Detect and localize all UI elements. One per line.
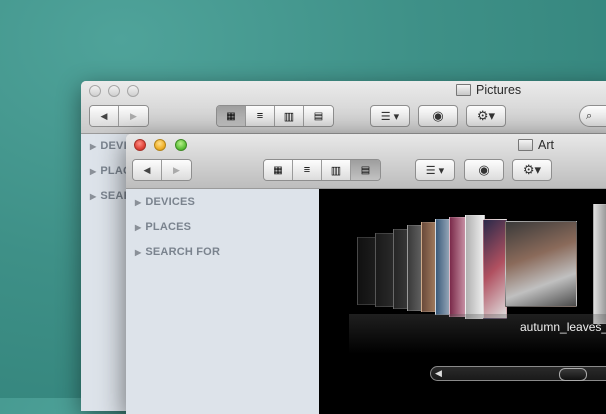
list-view-button[interactable]: ≡ — [246, 106, 275, 126]
arrange-icon: ☰ ▾ — [425, 164, 445, 177]
art-window-title: Art — [518, 138, 554, 152]
selected-cover-image[interactable] — [505, 221, 577, 307]
arrange-button[interactable]: ☰ ▾ — [415, 159, 455, 181]
back-arrow-icon: ◀ — [143, 164, 151, 175]
cover-flow-icon: ▤ — [360, 164, 371, 176]
back-button[interactable]: ◀ — [90, 106, 119, 126]
disclosure-triangle-icon: ▶ — [90, 142, 97, 151]
gear-icon: ⚙▾ — [522, 162, 542, 177]
quick-look-eye-icon: ◉ — [478, 162, 490, 177]
list-view-icon: ≡ — [303, 164, 311, 176]
scrollbar-thumb[interactable] — [559, 368, 587, 381]
selected-file-name: autumn_leaves_ — [520, 320, 606, 334]
sidebar-devices[interactable]: ▶ DEVI — [90, 140, 127, 152]
minimize-button[interactable] — [154, 139, 166, 151]
folder-icon — [518, 139, 533, 151]
column-view-button[interactable]: ▥ — [322, 160, 351, 180]
cover-flow-button[interactable]: ▤ — [304, 106, 333, 126]
back-button[interactable]: ◀ — [133, 160, 162, 180]
minimize-button[interactable] — [108, 85, 120, 97]
folder-icon — [456, 84, 471, 96]
cover-flow-button[interactable]: ▤ — [351, 160, 380, 180]
view-mode-control: ▦ ≡ ▥ ▤ — [216, 105, 334, 127]
zoom-button[interactable] — [127, 85, 139, 97]
art-sidebar: ▶ DEVICES ▶ PLACES ▶ SEARCH FOR — [126, 189, 319, 414]
disclosure-triangle-icon: ▶ — [90, 167, 97, 176]
icon-view-button[interactable]: ▦ — [264, 160, 293, 180]
cover-thumbnail[interactable] — [483, 219, 507, 319]
arrange-button[interactable]: ☰ ▾ — [370, 105, 410, 127]
cover-flow-scrollbar[interactable]: ◀ — [430, 366, 606, 381]
list-view-icon: ≡ — [256, 110, 264, 122]
view-mode-control: ▦ ≡ ▥ ▤ — [263, 159, 381, 181]
back-forward-control: ◀ ▶ — [132, 159, 192, 181]
close-button[interactable] — [89, 85, 101, 97]
quick-look-button[interactable]: ◉ — [464, 159, 504, 181]
icon-view-button[interactable]: ▦ — [217, 106, 246, 126]
pictures-sidebar: ▶ DEVI ▶ PLAC ▶ SEAR — [81, 134, 132, 411]
pictures-titlebar: Pictures ◀ ▶ ▦ ≡ ▥ ▤ ☰ ▾ ◉ ⚙▾ ⌕ — [81, 81, 606, 134]
back-arrow-icon: ◀ — [100, 110, 108, 121]
action-button[interactable]: ⚙▾ — [512, 159, 552, 181]
quick-look-button[interactable]: ◉ — [418, 105, 458, 127]
disclosure-triangle-icon: ▶ — [90, 192, 97, 201]
forward-button[interactable]: ▶ — [119, 106, 148, 126]
column-view-icon: ▥ — [330, 164, 342, 177]
sidebar-places[interactable]: ▶ PLAC — [90, 165, 131, 177]
sidebar-search-for[interactable]: ▶ SEARCH FOR — [135, 246, 220, 258]
cover-thumbnail[interactable] — [465, 215, 485, 319]
icon-view-icon: ▦ — [226, 110, 236, 122]
cover-flow-icon: ▤ — [313, 110, 324, 122]
disclosure-triangle-icon: ▶ — [135, 223, 142, 232]
cover-flow-view[interactable]: autumn_leaves_ ◀ — [319, 189, 606, 414]
art-window: Art ◀ ▶ ▦ ≡ ▥ ▤ ☰ ▾ ◉ ⚙▾ ▶ DEVICES ▶ PLACE… — [126, 134, 606, 414]
forward-button[interactable]: ▶ — [162, 160, 191, 180]
arrange-icon: ☰ ▾ — [380, 110, 400, 123]
column-view-button[interactable]: ▥ — [275, 106, 304, 126]
art-titlebar: Art ◀ ▶ ▦ ≡ ▥ ▤ ☰ ▾ ◉ ⚙▾ — [126, 134, 606, 189]
quick-look-eye-icon: ◉ — [432, 108, 444, 123]
search-field[interactable]: ⌕ — [579, 105, 606, 127]
icon-view-icon: ▦ — [273, 164, 283, 176]
pictures-window-title: Pictures — [456, 83, 521, 97]
column-view-icon: ▥ — [283, 110, 295, 123]
forward-arrow-icon: ▶ — [173, 164, 180, 175]
disclosure-triangle-icon: ▶ — [135, 248, 142, 257]
cover-thumbnail[interactable] — [593, 204, 606, 324]
list-view-button[interactable]: ≡ — [293, 160, 322, 180]
sidebar-devices[interactable]: ▶ DEVICES — [135, 196, 195, 208]
back-forward-control: ◀ ▶ — [89, 105, 149, 127]
zoom-button[interactable] — [175, 139, 187, 151]
search-icon: ⌕ — [586, 109, 593, 122]
disclosure-triangle-icon: ▶ — [135, 198, 142, 207]
close-button[interactable] — [134, 139, 146, 151]
forward-arrow-icon: ▶ — [130, 110, 137, 121]
action-button[interactable]: ⚙▾ — [466, 105, 506, 127]
sidebar-places[interactable]: ▶ PLACES — [135, 221, 191, 233]
gear-icon: ⚙▾ — [476, 108, 496, 123]
scroll-left-icon[interactable]: ◀ — [435, 368, 442, 379]
